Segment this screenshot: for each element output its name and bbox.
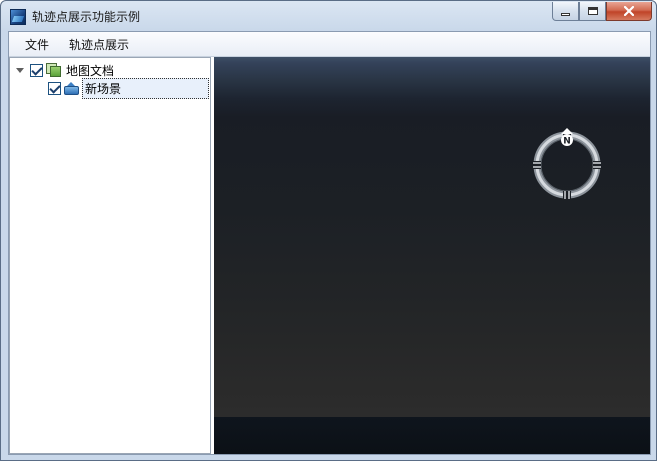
layer-tree[interactable]: 地图文档 新场景 (9, 57, 211, 454)
client-area: 文件 轨迹点展示 地图文档 新场景 N (8, 31, 651, 455)
maximize-icon (587, 7, 598, 15)
window-controls (552, 2, 652, 22)
scene-ground-strip (214, 417, 650, 454)
scene-view[interactable]: N (214, 57, 650, 454)
menu-file[interactable]: 文件 (15, 33, 59, 56)
app-window: 轨迹点展示功能示例 文件 轨迹点展示 地图文档 新场景 N (0, 0, 657, 461)
tree-node-checkbox[interactable] (30, 63, 43, 77)
tree-node-label: 新场景 (82, 77, 209, 99)
maximize-button[interactable] (579, 2, 606, 21)
menu-bar: 文件 轨迹点展示 (9, 32, 650, 57)
title-bar[interactable]: 轨迹点展示功能示例 (1, 1, 656, 31)
tree-node-new-scene[interactable]: 新场景 (48, 77, 209, 99)
app-globe-icon (10, 9, 26, 25)
compass-icon[interactable]: N (529, 127, 605, 203)
tree-node-map-document[interactable]: 地图文档 (16, 61, 116, 79)
close-button[interactable] (606, 2, 652, 21)
window-title: 轨迹点展示功能示例 (32, 10, 141, 24)
scene-icon (64, 81, 79, 95)
close-icon (624, 6, 634, 16)
minimize-icon (561, 12, 570, 16)
compass-north-label: N (563, 137, 571, 147)
map-document-icon (46, 63, 61, 77)
minimize-button[interactable] (552, 2, 579, 21)
tree-node-checkbox[interactable] (48, 81, 61, 95)
menu-track-points[interactable]: 轨迹点展示 (59, 33, 139, 56)
expand-arrow-icon[interactable] (16, 67, 24, 73)
